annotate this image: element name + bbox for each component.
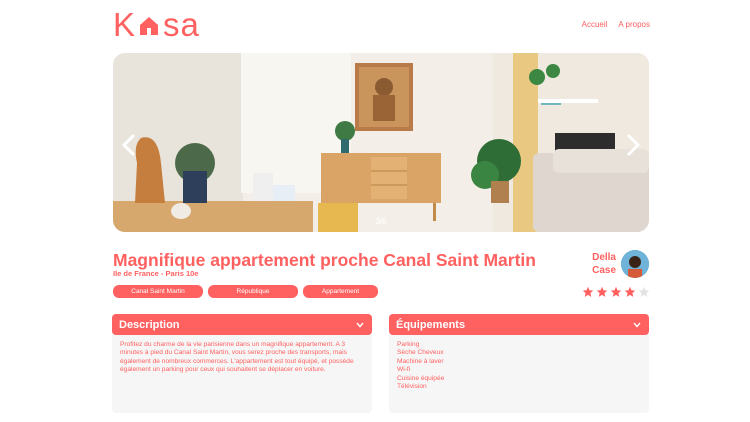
chevron-right-icon[interactable]: [625, 133, 641, 157]
equipment-item: Télévision: [397, 383, 427, 391]
equipments-collapse: Équipements Parking Sèche Cheveux Machin…: [389, 314, 649, 413]
house-icon: [140, 17, 159, 35]
description-title: Description: [119, 318, 180, 331]
equipment-item: Machine à laver: [397, 357, 444, 365]
star-icon: [596, 286, 608, 297]
nav-a-propos[interactable]: A propos: [618, 20, 650, 29]
tag-list: Canal Saint Martin République Appartemen…: [113, 285, 378, 298]
equipment-item: Cuisine équipée: [397, 374, 445, 382]
equipments-toggle[interactable]: Équipements: [389, 314, 649, 335]
star-icon: [582, 286, 594, 297]
apartment-photo: [113, 53, 649, 232]
chevron-down-icon[interactable]: [356, 322, 364, 328]
star-icon: [638, 286, 650, 297]
tag: République: [208, 285, 298, 298]
listing-title: Magnifique appartement proche Canal Sain…: [113, 250, 536, 270]
equipment-item: Sèche Cheveux: [397, 349, 444, 357]
chevron-left-icon[interactable]: [121, 133, 137, 157]
equipments-title: Équipements: [396, 318, 466, 331]
description-collapse: Description Profitez du charme de la vie…: [112, 314, 372, 413]
description-body: Profitez du charme de la vie parisienne …: [112, 331, 372, 413]
tag: Canal Saint Martin: [113, 285, 203, 298]
host-avatar: [621, 250, 649, 278]
logo-text-start: K: [113, 6, 137, 43]
tag: Appartement: [303, 285, 378, 298]
host-last-name: Case: [592, 265, 616, 276]
image-counter: 3/6: [375, 217, 387, 226]
description-text: Profitez du charme de la vie parisienne …: [120, 341, 354, 374]
main-nav: Accueil A propos: [582, 20, 650, 29]
logo[interactable]: K sa: [113, 6, 200, 43]
avatar-image: [621, 250, 649, 278]
listing-location: Ile de France - Paris 10e: [113, 269, 199, 278]
host-name: Della Case: [586, 251, 616, 277]
header: K sa Accueil A propos: [113, 6, 650, 43]
equipment-item: Wi-fi: [397, 366, 411, 374]
image-carousel: 3/6: [113, 53, 649, 232]
equipment-item: Parking: [397, 341, 420, 348]
rating-stars: [582, 286, 650, 298]
star-icon: [610, 286, 622, 297]
host-first-name: Della: [592, 252, 616, 263]
logo-text-end: sa: [163, 6, 200, 43]
chevron-down-icon[interactable]: [633, 322, 641, 328]
star-icon: [624, 286, 636, 297]
nav-accueil[interactable]: Accueil: [582, 20, 608, 29]
description-toggle[interactable]: Description: [112, 314, 372, 335]
equipments-body: Parking Sèche Cheveux Machine à laver Wi…: [389, 331, 649, 413]
